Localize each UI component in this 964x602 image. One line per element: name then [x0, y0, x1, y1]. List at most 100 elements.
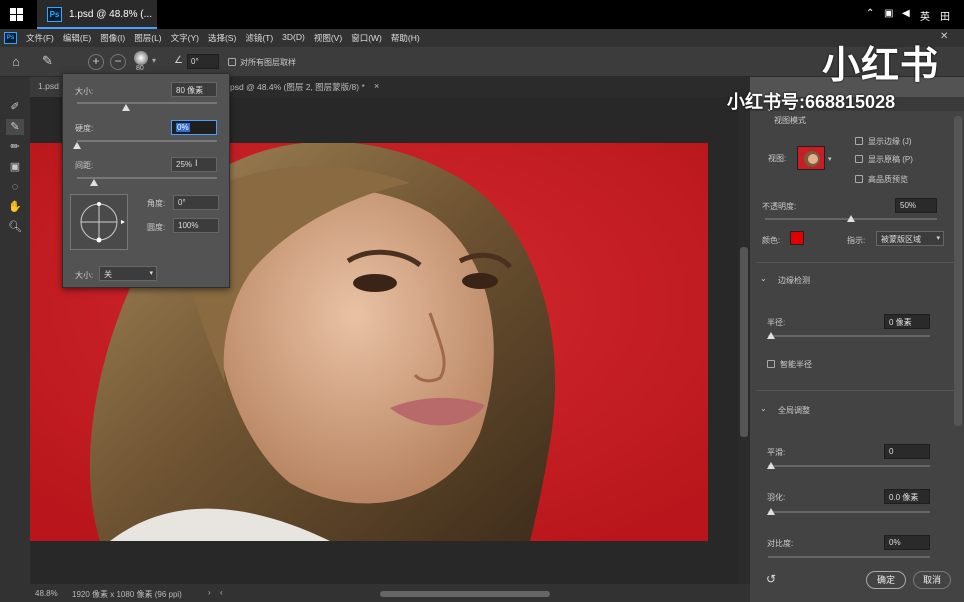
scroll-left-icon[interactable]: ‹ [220, 588, 223, 597]
zoom-tool-icon[interactable]: 🔍︎ [6, 219, 24, 235]
lasso-tool-icon[interactable]: ◌ [6, 179, 24, 195]
brush-preview-icon[interactable] [134, 51, 148, 65]
radius-label: 半径: [767, 318, 786, 327]
subtract-mode-icon[interactable]: − [110, 54, 126, 70]
ps-logo-icon: Ps [4, 32, 17, 44]
horizontal-scrollbar-thumb[interactable] [380, 591, 550, 597]
menu-filter[interactable]: 滤镜(T) [245, 32, 273, 44]
taskbar-app-tab[interactable]: Ps 1.psd @ 48.8% (... [37, 0, 157, 29]
reset-icon[interactable]: ↺ [766, 572, 776, 586]
input-language[interactable]: 英 [920, 8, 930, 23]
refine-brush-icon[interactable]: ✎ [42, 53, 53, 69]
menu-view[interactable]: 视图(V) [314, 32, 342, 44]
brush-size-field[interactable]: 80 像素 [171, 82, 217, 97]
radius-slider-knob[interactable] [767, 332, 775, 339]
brush-size-readout: 80 [136, 65, 144, 72]
cancel-button[interactable]: 取消 [913, 571, 951, 589]
opacity-slider-knob[interactable] [847, 215, 855, 222]
hq-preview-checkbox[interactable] [855, 175, 863, 183]
global-refine-chevron-icon[interactable]: ⌄ [760, 404, 767, 413]
view-dropdown-chevron-icon[interactable]: ▾ [828, 155, 832, 163]
network-icon[interactable]: ▣ [884, 8, 893, 19]
size-control-chevron-icon: ▾ [149, 270, 153, 277]
view-thumbnail[interactable] [797, 146, 825, 170]
sample-all-layers-label: 对所有图层取样 [240, 58, 296, 67]
smooth-field[interactable]: 0 [884, 444, 930, 459]
size-control-select[interactable]: 关 ▾ [99, 266, 157, 281]
feather-slider-track[interactable] [768, 511, 930, 513]
edge-detect-chevron-icon[interactable]: ⌄ [760, 274, 767, 283]
close-icon[interactable]: ✕ [940, 31, 948, 42]
radius-field[interactable]: 0 像素 [884, 314, 930, 329]
contrast-slider-track[interactable] [768, 556, 930, 558]
mask-color-swatch[interactable] [790, 231, 804, 245]
menu-select[interactable]: 选择(S) [208, 32, 236, 44]
smooth-slider-track[interactable] [768, 465, 930, 467]
show-edge-checkbox[interactable] [855, 137, 863, 145]
add-mode-icon[interactable]: + [88, 54, 104, 70]
doc-tab-close-icon[interactable]: × [374, 81, 379, 91]
feather-field[interactable]: 0.0 像素 [884, 489, 930, 504]
brush-tip-preview[interactable] [70, 194, 128, 250]
menu-3d[interactable]: 3D(D) [282, 32, 305, 44]
volume-icon[interactable]: ◀ [902, 8, 910, 19]
smooth-slider-knob[interactable] [767, 462, 775, 469]
quick-selection-tool-icon[interactable]: ✐ [6, 99, 24, 115]
menu-image[interactable]: 图像(I) [100, 32, 125, 44]
hardness-field[interactable]: 0% [171, 120, 217, 135]
panel-scrollbar[interactable] [954, 116, 962, 426]
opacity-field[interactable]: 50% [895, 198, 937, 213]
menu-layer[interactable]: 图层(L) [134, 32, 161, 44]
hardness-label: 硬度: [75, 124, 94, 133]
tools-panel: ✐ ✎ ✏ ▣ ◌ ✋ 🔍︎ [0, 77, 30, 602]
ok-button[interactable]: 确定 [866, 571, 906, 589]
feather-slider-knob[interactable] [767, 508, 775, 515]
menu-help[interactable]: 帮助(H) [391, 32, 420, 44]
spacing-slider-knob[interactable] [89, 179, 98, 186]
contrast-label: 对比度: [767, 539, 794, 548]
spacing-field[interactable]: 25% [171, 157, 217, 172]
doc-info[interactable]: 1920 像素 x 1080 像素 (96 ppi) [72, 589, 182, 600]
indicate-select-value: 被蒙版区域 [881, 235, 921, 244]
status-menu-chevron-icon[interactable]: › [208, 588, 211, 597]
hardness-slider-knob[interactable] [73, 142, 81, 149]
indicate-select[interactable]: 被蒙版区域 ▾ [876, 231, 944, 246]
scrollbar-thumb[interactable] [740, 247, 748, 437]
roundness-field[interactable]: 100% [173, 218, 219, 233]
menu-file[interactable]: 文件(F) [26, 32, 54, 44]
hardness-slider-track[interactable] [77, 140, 217, 142]
menu-window[interactable]: 窗口(W) [351, 32, 382, 44]
spacing-slider-track[interactable] [77, 177, 217, 179]
brush-picker-chevron-icon[interactable]: ▾ [152, 56, 156, 65]
chevron-up-icon[interactable]: ⌃ [866, 8, 874, 19]
angle-field[interactable]: 0° [187, 54, 219, 69]
doc-tab-2[interactable]: psd @ 48.4% (图层 2, 图层蒙版/8) * [222, 77, 373, 97]
menu-edit[interactable]: 编辑(E) [63, 32, 91, 44]
hand-tool-icon[interactable]: ✋ [6, 199, 24, 215]
object-selection-tool-icon[interactable]: ▣ [6, 159, 24, 175]
refine-edge-brush-tool-icon[interactable]: ✎ [6, 119, 24, 135]
sample-all-layers-checkbox[interactable] [228, 58, 236, 66]
menu-type[interactable]: 文字(Y) [171, 32, 199, 44]
radius-slider-track[interactable] [768, 335, 930, 337]
show-original-checkbox[interactable] [855, 155, 863, 163]
zoom-readout[interactable]: 48.8% [35, 589, 58, 598]
angle-icon: ∠ [174, 55, 183, 66]
watermark-account: 小红书号:668815028 [727, 92, 896, 112]
contrast-field[interactable]: 0% [884, 535, 930, 550]
brush-tool-icon[interactable]: ✏ [6, 139, 24, 155]
windows-start-icon[interactable] [10, 8, 24, 22]
smart-radius-checkbox[interactable] [767, 360, 775, 368]
roundness-label: 圆度: [147, 223, 166, 232]
taskbar-tab-title: 1.psd @ 48.8% (... [69, 9, 152, 20]
brush-angle-field[interactable]: 0° [173, 195, 219, 210]
brush-size-slider-track[interactable] [77, 102, 217, 104]
menu-items: 文件(F) 编辑(E) 图像(I) 图层(L) 文字(Y) 选择(S) 滤镜(T… [26, 32, 429, 44]
section-divider [756, 262, 956, 263]
ime-icon[interactable]: 田 [940, 8, 950, 23]
global-refine-section-title: 全局调整 [778, 406, 810, 415]
vertical-scrollbar[interactable] [738, 97, 750, 584]
brush-size-slider-knob[interactable] [122, 104, 130, 111]
brush-angle-label: 角度: [147, 199, 166, 208]
home-icon[interactable]: ⌂ [12, 54, 20, 69]
